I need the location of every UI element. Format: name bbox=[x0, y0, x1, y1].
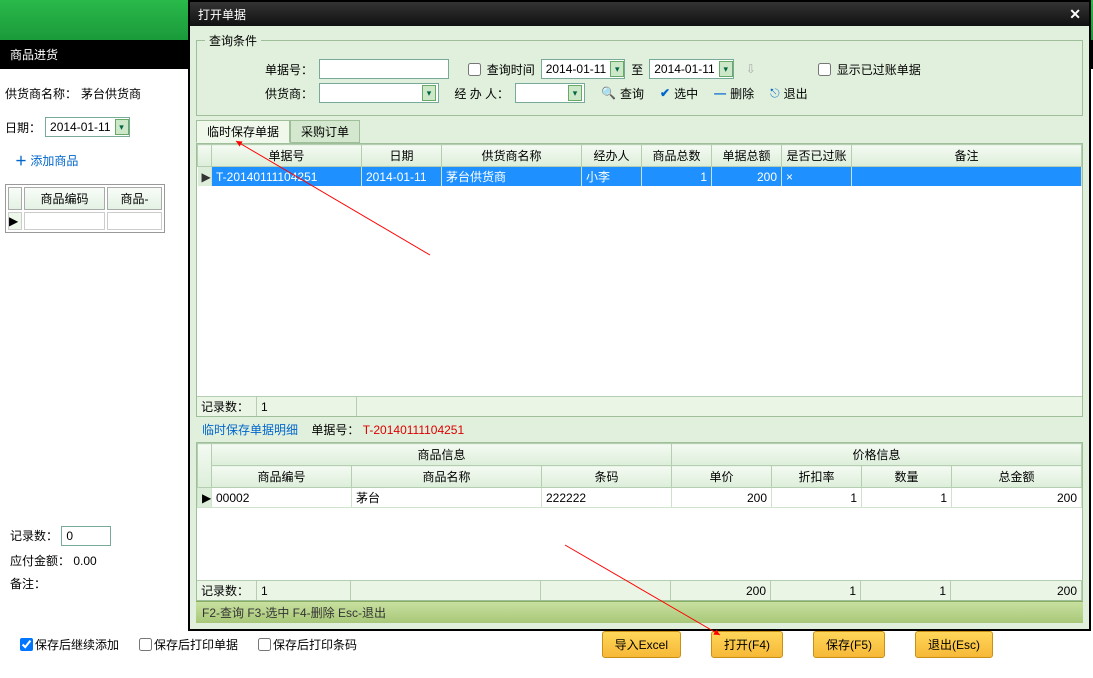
billno-label: 单据号： bbox=[265, 61, 313, 78]
open-button[interactable]: 打开(F4) bbox=[711, 631, 783, 658]
date-to[interactable]: 2014-01-11▾ bbox=[649, 59, 734, 79]
records-label: 记录数： bbox=[197, 397, 257, 416]
exit-dlg-button[interactable]: ⎋退出 bbox=[770, 85, 808, 102]
query-fieldset: 查询条件 单据号： 查询时间 2014-01-11▾ 至 2014-01-11▾… bbox=[196, 32, 1083, 116]
supplier-q-label: 供货商： bbox=[265, 85, 313, 102]
minus-icon: — bbox=[714, 86, 726, 100]
delete-button[interactable]: —删除 bbox=[714, 85, 754, 102]
door-icon: ⎋ bbox=[770, 86, 780, 101]
d-records-value: 1 bbox=[257, 581, 351, 600]
records-value: 1 bbox=[257, 397, 357, 416]
query-button[interactable]: 🔍查询 bbox=[601, 85, 644, 102]
select-button[interactable]: ✔选中 bbox=[660, 85, 698, 102]
bills-grid[interactable]: 单据号 日期 供货商名称 经办人 商品总数 单据总额 是否已过账 备注 ▶ T-… bbox=[196, 143, 1083, 417]
pay-label: 应付金额： bbox=[10, 554, 70, 568]
supplier-value: 茅台供货商 bbox=[81, 85, 141, 102]
detail-billno: T-20140111104251 bbox=[363, 423, 464, 437]
tab-purchase-orders[interactable]: 采购订单 bbox=[290, 120, 360, 143]
tab-temp-bills[interactable]: 临时保存单据 bbox=[196, 120, 290, 143]
to-label: 至 bbox=[631, 61, 643, 78]
refresh-icon[interactable]: ⇩ bbox=[746, 62, 756, 76]
supplier-select[interactable]: ▾ bbox=[319, 83, 439, 103]
plus-icon: ＋ bbox=[15, 154, 27, 168]
cb-print-bill[interactable]: 保存后打印单据 bbox=[139, 636, 238, 653]
date-input[interactable]: 2014-01-11▾ bbox=[45, 117, 130, 137]
date-from[interactable]: 2014-01-11▾ bbox=[541, 59, 626, 79]
dialog-title: 打开单据 bbox=[198, 6, 246, 23]
d-records-label: 记录数： bbox=[197, 581, 257, 600]
check-icon: ✔ bbox=[660, 86, 670, 100]
open-bill-dialog: 打开单据 ✕ 查询条件 单据号： 查询时间 2014-01-11▾ 至 2014… bbox=[188, 0, 1091, 631]
search-icon: 🔍 bbox=[601, 86, 616, 100]
detail-grid[interactable]: 商品信息 价格信息 商品编号 商品名称 条码 单价 折扣率 数量 总金额 ▶ 0… bbox=[196, 442, 1083, 601]
detail-title: 临时保存单据明细 bbox=[202, 423, 298, 437]
showposted-checkbox[interactable] bbox=[818, 63, 831, 76]
close-icon[interactable]: ✕ bbox=[1069, 6, 1081, 23]
handler-select[interactable]: ▾ bbox=[515, 83, 585, 103]
chevron-down-icon[interactable]: ▾ bbox=[115, 119, 129, 135]
chevron-down-icon[interactable]: ▾ bbox=[719, 61, 733, 77]
supplier-label: 供货商名称： bbox=[5, 85, 77, 102]
save-button[interactable]: 保存(F5) bbox=[813, 631, 885, 658]
statusbar: F2-查询 F3-选中 F4-删除 Esc-退出 bbox=[196, 601, 1083, 623]
note-label: 备注： bbox=[10, 577, 46, 591]
chevron-down-icon[interactable]: ▾ bbox=[610, 61, 624, 77]
import-excel-button[interactable]: 导入Excel bbox=[602, 631, 681, 658]
mini-grid: 商品编码商品- ▶ bbox=[5, 184, 165, 233]
records-label: 记录数： bbox=[10, 529, 58, 543]
chevron-down-icon[interactable]: ▾ bbox=[422, 85, 436, 101]
cb-continue[interactable]: 保存后继续添加 bbox=[20, 636, 119, 653]
chevron-down-icon[interactable]: ▾ bbox=[568, 85, 582, 101]
showposted-label: 显示已过账单据 bbox=[837, 61, 921, 78]
querytime-label: 查询时间 bbox=[487, 61, 535, 78]
table-row[interactable]: ▶ T-20140111104251 2014-01-11 茅台供货商 小李 1… bbox=[198, 167, 1082, 187]
cb-print-barcode[interactable]: 保存后打印条码 bbox=[258, 636, 357, 653]
table-row[interactable]: ▶ 00002 茅台 222222 200 1 1 200 bbox=[198, 488, 1082, 508]
date-label: 日期： bbox=[5, 119, 41, 136]
query-legend: 查询条件 bbox=[205, 32, 261, 49]
billno-input[interactable] bbox=[319, 59, 449, 79]
detail-billno-label: 单据号： bbox=[311, 423, 359, 437]
exit-button[interactable]: 退出(Esc) bbox=[915, 631, 993, 658]
records-value bbox=[61, 526, 111, 546]
handler-label: 经 办 人： bbox=[454, 85, 509, 102]
add-product-link[interactable]: ＋ 添加商品 bbox=[15, 152, 175, 169]
querytime-checkbox[interactable] bbox=[468, 63, 481, 76]
pay-value: 0.00 bbox=[73, 554, 96, 568]
